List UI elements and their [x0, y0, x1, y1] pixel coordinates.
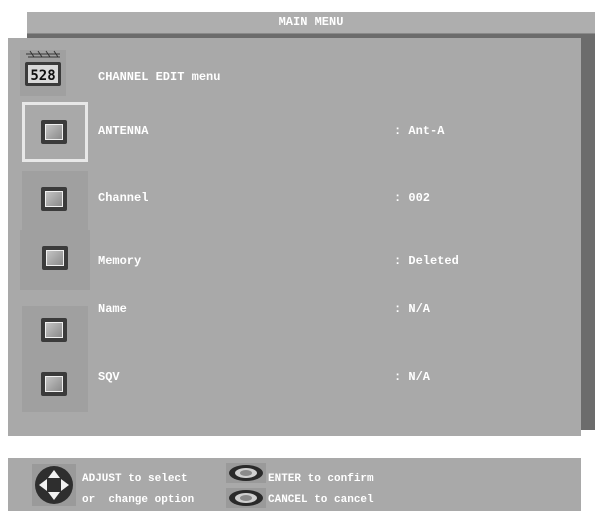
enter-hint: ENTER to confirm: [268, 473, 374, 485]
cancel-eye-icon: [226, 488, 266, 508]
menu-panel: 528 CHANNEL EDIT menu ANTENNA : Ant-A Ch…: [8, 38, 581, 436]
enter-eye-icon: [226, 463, 266, 483]
tv-button-icon[interactable]: [20, 230, 90, 290]
tv-button-icon[interactable]: [22, 306, 88, 356]
row-label-channel: Channel: [98, 191, 149, 205]
menu-row-sqv[interactable]: SQV : N/A: [8, 354, 581, 414]
tv-button-icon[interactable]: [22, 102, 88, 162]
row-label-sqv: SQV: [98, 370, 120, 384]
menu-row-memory[interactable]: Memory : Deleted: [8, 230, 581, 290]
adjust-hint: ADJUST to select: [82, 473, 188, 485]
row-value-memory: : Deleted: [394, 254, 459, 268]
dpad-icon: [32, 464, 76, 506]
menu-row-antenna[interactable]: ANTENNA : Ant-A: [8, 102, 581, 162]
cancel-hint: CANCEL to cancel: [268, 494, 374, 506]
channel-528-icon: 528: [20, 50, 66, 96]
row-label-antenna: ANTENNA: [98, 124, 149, 138]
row-value-channel: : 002: [394, 191, 431, 205]
row-value-antenna: : Ant-A: [394, 124, 445, 138]
window-title: MAIN MENU: [278, 15, 344, 29]
title-bar: MAIN MENU: [27, 12, 595, 34]
row-value-sqv: : N/A: [394, 370, 431, 384]
menu-row-name[interactable]: Name : N/A: [8, 300, 581, 360]
menu-row-channel[interactable]: Channel : 002: [8, 171, 581, 231]
channel-edit-label: CHANNEL EDIT menu: [98, 70, 221, 84]
row-value-name: : N/A: [394, 302, 431, 316]
row-label-name: Name: [98, 302, 127, 316]
help-footer: ADJUST to select or change option ENTER …: [8, 458, 581, 511]
row-label-memory: Memory: [98, 254, 142, 268]
change-option-hint: or change option: [82, 494, 195, 506]
tv-button-icon[interactable]: [22, 171, 88, 231]
tv-button-icon[interactable]: [22, 354, 88, 412]
menu-header: 528 CHANNEL EDIT menu: [8, 50, 581, 96]
icon-number-text: 528: [30, 68, 55, 84]
